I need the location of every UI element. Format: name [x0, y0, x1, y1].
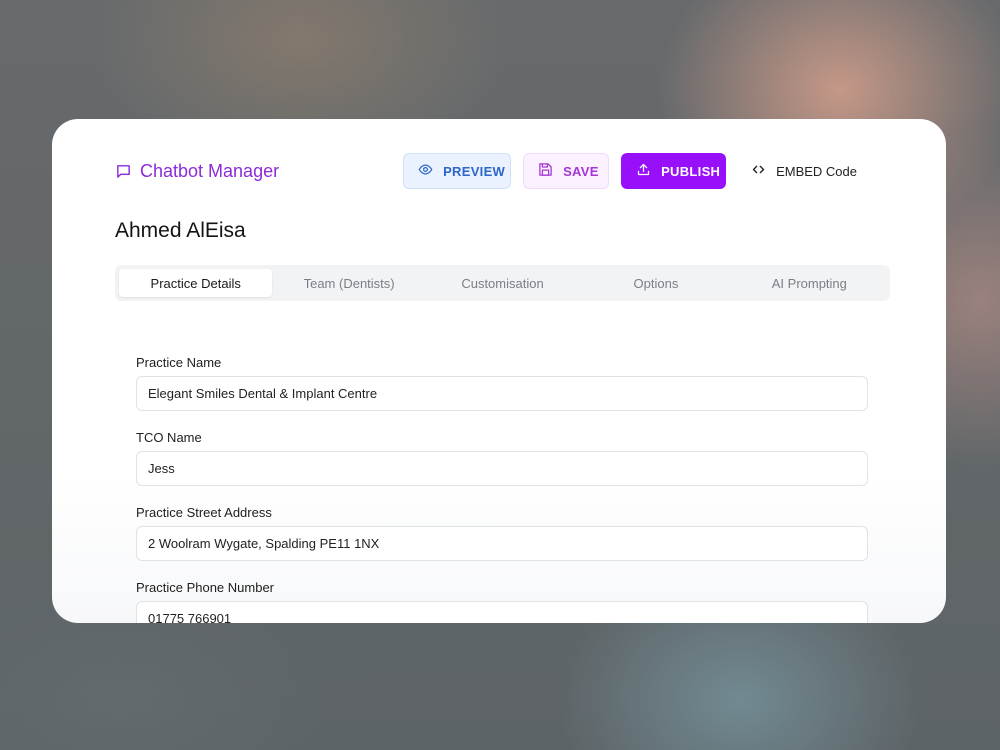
upload-icon	[636, 162, 651, 180]
phone-number-input[interactable]	[136, 601, 868, 623]
tco-name-label: TCO Name	[136, 430, 202, 445]
publish-button[interactable]: PUBLISH	[621, 153, 727, 189]
brand: Chatbot Manager	[115, 161, 279, 182]
page-title: Ahmed AlEisa	[115, 219, 246, 242]
code-brackets-icon	[751, 162, 766, 180]
tab-ai-prompting[interactable]: AI Prompting	[733, 269, 886, 297]
practice-details-form: Practice Name TCO Name Practice Street A…	[136, 355, 868, 623]
save-button[interactable]: SAVE	[523, 153, 610, 189]
tab-bar: Practice Details Team (Dentists) Customi…	[115, 265, 890, 301]
publish-label: PUBLISH	[661, 163, 721, 179]
practice-name-field: Practice Name	[136, 355, 868, 411]
tco-name-field: TCO Name	[136, 430, 868, 486]
save-label: SAVE	[563, 163, 599, 179]
phone-number-field: Practice Phone Number	[136, 580, 868, 623]
street-address-label: Practice Street Address	[136, 505, 272, 520]
phone-number-label: Practice Phone Number	[136, 580, 275, 595]
practice-name-input[interactable]	[136, 376, 868, 411]
floppy-disk-icon	[538, 162, 553, 180]
preview-label: PREVIEW	[443, 163, 506, 179]
header: Chatbot Manager PREVIEW SAVE PUBLISH EMB…	[115, 153, 876, 189]
tab-options[interactable]: Options	[579, 269, 732, 297]
chatbot-manager-panel: Chatbot Manager PREVIEW SAVE PUBLISH EMB…	[52, 119, 946, 623]
eye-icon	[418, 162, 433, 180]
embed-code-button[interactable]: EMBED Code	[738, 153, 876, 189]
tab-team-dentists[interactable]: Team (Dentists)	[272, 269, 425, 297]
embed-code-label: EMBED Code	[776, 163, 857, 179]
street-address-field: Practice Street Address	[136, 505, 868, 561]
chat-bubble-icon	[115, 163, 132, 180]
tco-name-input[interactable]	[136, 451, 868, 486]
practice-name-label: Practice Name	[136, 355, 222, 370]
preview-button[interactable]: PREVIEW	[403, 153, 512, 189]
street-address-input[interactable]	[136, 526, 868, 561]
tab-customisation[interactable]: Customisation	[426, 269, 579, 297]
tab-practice-details[interactable]: Practice Details	[119, 269, 273, 297]
toolbar: PREVIEW SAVE PUBLISH EMBED Code	[403, 153, 876, 189]
app-title: Chatbot Manager	[140, 160, 280, 181]
